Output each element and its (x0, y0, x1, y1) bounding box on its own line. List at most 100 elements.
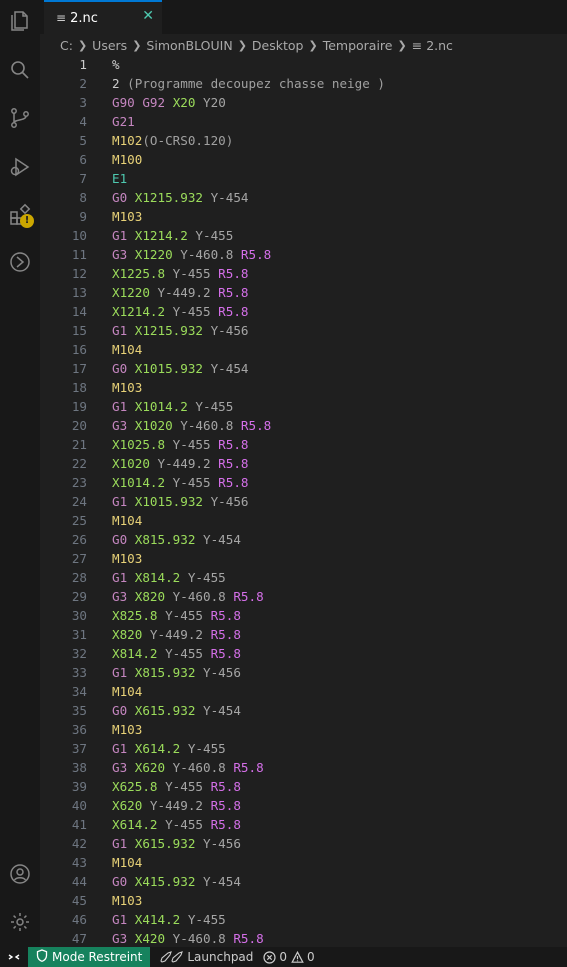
breadcrumb: C: ❯ Users ❯ SimonBLOUIN ❯ Desktop ❯ Tem… (40, 34, 567, 56)
line-number: 25 (71, 513, 87, 528)
code-text: G1 X1214.2 Y-455 (112, 226, 233, 245)
breadcrumb-item[interactable]: Users (92, 38, 127, 53)
code-token: X420 (134, 931, 173, 946)
code-token: M104 (112, 513, 143, 528)
breadcrumb-item[interactable]: Desktop (252, 38, 304, 53)
breadcrumb-item[interactable]: 2.nc (426, 38, 453, 53)
line-number: 10 (71, 228, 87, 243)
chevron-right-icon: ❯ (308, 38, 318, 52)
code-token: Y-460.8 (172, 760, 234, 775)
code-token: R5.8 (218, 266, 249, 281)
code-text: X620 Y-449.2 R5.8 (112, 796, 241, 815)
chevron-right-icon: ❯ (237, 38, 247, 52)
code-token: Y-449.2 (157, 285, 219, 300)
files-icon[interactable] (7, 8, 33, 34)
code-text: E1 (112, 169, 127, 188)
line-number: 34 (71, 684, 87, 699)
launchpad-button[interactable]: Launchpad (160, 950, 253, 964)
code-token: M104 (112, 855, 143, 870)
error-count: 0 (279, 950, 288, 964)
line-number: 26 (71, 532, 87, 547)
remote-explorer-icon[interactable] (7, 249, 33, 275)
activity-bar: ! (0, 0, 40, 947)
code-text: X825.8 Y-455 R5.8 (112, 606, 241, 625)
line-number: 14 (71, 304, 87, 319)
line-number: 35 (71, 703, 87, 718)
code-token: G1 (112, 665, 135, 680)
code-text: M104 (112, 511, 142, 530)
extensions-icon[interactable]: ! (7, 202, 34, 228)
code-token: X615.932 (134, 836, 203, 851)
code-token: G0 (112, 874, 135, 889)
code-token: Y-455 (165, 779, 211, 794)
code-token: R5.8 (210, 817, 241, 832)
code-token: M103 (112, 209, 143, 224)
line-number: 3 (79, 95, 87, 110)
code-text: M103 (112, 378, 142, 397)
line-number: 23 (71, 475, 87, 490)
code-token: R5.8 (240, 247, 272, 262)
line-number: 17 (71, 361, 87, 376)
search-icon[interactable] (7, 57, 33, 83)
code-token: X1014.2 (134, 399, 196, 414)
code-text: G21 (112, 112, 135, 131)
code-text: X1225.8 Y-455 R5.8 (112, 264, 249, 283)
tab-2-nc[interactable]: ≡ 2.nc ✕ (44, 0, 162, 34)
code-token: X414.2 (134, 912, 188, 927)
code-token: G0 (112, 190, 135, 205)
code-token: Y-460.8 (180, 247, 241, 262)
code-text: G3 X420 Y-460.8 R5.8 (112, 929, 264, 947)
run-debug-icon[interactable] (7, 154, 33, 180)
code-token: M104 (112, 342, 143, 357)
close-icon[interactable]: ✕ (142, 8, 154, 24)
code-text: X614.2 Y-455 R5.8 (112, 815, 241, 834)
breadcrumb-item[interactable]: SimonBLOUIN (146, 38, 232, 53)
restricted-mode-button[interactable]: Mode Restreint (28, 947, 151, 967)
code-token: G90 (112, 95, 143, 110)
code-text: G0 X415.932 Y-454 (112, 872, 241, 891)
code-token: X1215.932 (134, 323, 211, 338)
error-icon (263, 950, 277, 964)
line-number: 27 (71, 551, 87, 566)
line-number: 32 (71, 646, 87, 661)
line-number: 24 (71, 494, 87, 509)
code-token: M102 (112, 133, 143, 148)
problems-indicator[interactable]: 0 0 (263, 950, 315, 964)
code-token: Y-455 (172, 266, 219, 281)
breadcrumb-item[interactable]: Temporaire (323, 38, 393, 53)
source-control-icon[interactable] (7, 105, 33, 131)
chevron-right-icon: ❯ (132, 38, 142, 52)
settings-gear-icon[interactable] (7, 909, 33, 935)
code-text: X1220 Y-449.2 R5.8 (112, 283, 249, 302)
code-text: X1214.2 Y-455 R5.8 (112, 302, 249, 321)
account-icon[interactable] (7, 861, 33, 887)
code-token: 2 (112, 76, 128, 91)
warning-badge-icon: ! (20, 214, 34, 228)
code-token: X814.2 (134, 570, 188, 585)
code-token: X1025.8 (112, 437, 173, 452)
code-token: G1 (112, 836, 135, 851)
code-token: X825.8 (112, 608, 166, 623)
chevron-right-icon: ❯ (77, 38, 88, 52)
code-token: G3 (112, 760, 135, 775)
code-text: G1 X414.2 Y-455 (112, 910, 226, 929)
code-token: E1 (112, 171, 128, 186)
code-token: Y-455 (187, 741, 226, 756)
breadcrumb-item[interactable]: C: (60, 38, 73, 53)
line-number: 1 (79, 57, 87, 72)
code-editor[interactable]: 1% 2 2 (Programme decoupez chasse neige ) 3… (40, 55, 567, 947)
line-number: 30 (71, 608, 87, 623)
remote-indicator[interactable] (0, 947, 28, 967)
code-text: G1 X1015.932 Y-456 (112, 492, 249, 511)
status-bar: Mode Restreint Launchpad 0 0 (0, 947, 567, 967)
code-token: Y-456 (210, 323, 249, 338)
code-text: G1 X614.2 Y-455 (112, 739, 226, 758)
warning-icon (291, 950, 304, 963)
code-token: Y-460.8 (172, 589, 234, 604)
code-text: G3 X1220 Y-460.8 R5.8 (112, 245, 271, 264)
line-number: 28 (71, 570, 87, 585)
code-token: R5.8 (210, 798, 241, 813)
code-token: G0 (112, 532, 135, 547)
line-number: 4 (79, 114, 87, 129)
tab-label: 2.nc (70, 10, 98, 26)
